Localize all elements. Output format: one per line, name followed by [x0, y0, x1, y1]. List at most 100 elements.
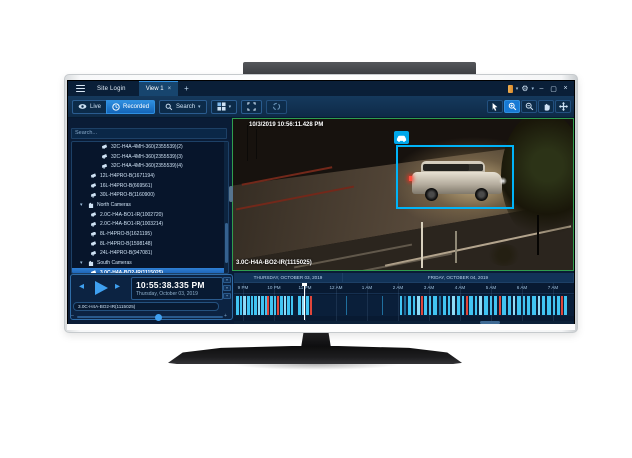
jump-forward-button[interactable]: »	[223, 285, 231, 291]
search-input[interactable]	[71, 128, 227, 139]
timeline-grid-line	[336, 283, 337, 321]
activity-bar	[258, 296, 260, 315]
tree-item[interactable]: 16L-H4PRO-B(669561)	[72, 181, 228, 191]
time-display: 10:55:38.335 PM Thursday, October 03, 20…	[131, 277, 223, 300]
cycle-icon	[272, 102, 281, 111]
timeline-zoom-slider[interactable]	[77, 316, 223, 318]
camera-icon	[91, 241, 97, 246]
zoom-out-tool-button[interactable]	[521, 100, 537, 113]
activity-bar	[277, 296, 279, 315]
timeline-playhead[interactable]	[304, 283, 305, 320]
activity-bar	[284, 296, 286, 315]
close-button[interactable]: ×	[561, 85, 570, 92]
recorded-button[interactable]: Recorded	[106, 100, 155, 114]
step-back-button[interactable]: ◂	[79, 281, 84, 292]
pan-tool-button[interactable]	[538, 100, 554, 113]
tree-item[interactable]: 12L-H4PRO-B(1671194)	[72, 171, 228, 181]
timeline-camera-label: 3.0C-H4A-BO2-IR(1115025)	[73, 302, 219, 311]
caret-down-icon[interactable]: ▾	[516, 86, 519, 92]
activity-bar	[433, 296, 437, 315]
tree-item[interactable]: 2.0C-H4A-BO1-IR(1002720)	[72, 210, 228, 220]
layout-button[interactable]: ▾	[211, 100, 238, 114]
zoom-in-icon	[508, 102, 517, 111]
select-tool-button[interactable]	[487, 100, 503, 113]
tree-item-label: 8L-H4PRO-B(1598148)	[100, 241, 152, 247]
activity-bar	[542, 296, 545, 315]
step-forward-button[interactable]: ▸	[115, 281, 120, 292]
hamburger-menu-icon[interactable]	[76, 85, 85, 92]
tree-item[interactable]: 32C-H4A-4MH-360(2355539)(3)	[72, 152, 228, 162]
play-button[interactable]	[95, 281, 108, 295]
gear-icon[interactable]: ⚙	[521, 85, 528, 93]
tree-item-label: South Cameras	[97, 260, 132, 266]
activity-bar	[267, 296, 269, 315]
tree-item[interactable]: 32C-H4A-4MH-360(2355539)(2)	[72, 142, 228, 152]
activity-bar	[417, 296, 420, 315]
move-tool-button[interactable]	[555, 100, 571, 113]
activity-bar	[280, 296, 283, 315]
tree-group[interactable]: ▾South Cameras	[72, 258, 228, 268]
activity-bar	[382, 296, 383, 315]
activity-bar	[421, 296, 423, 315]
camera-icon	[102, 144, 108, 149]
camera-icon	[102, 154, 108, 159]
sidebar-scrollbar[interactable]	[224, 142, 228, 273]
activity-bar	[298, 296, 301, 315]
activity-bar	[448, 296, 450, 315]
maximize-button[interactable]: ▢	[549, 85, 558, 93]
minimize-button[interactable]: –	[537, 85, 546, 92]
activity-bar	[557, 296, 560, 315]
tab-close-icon[interactable]: ×	[168, 86, 172, 92]
site-login-menu[interactable]: Site Login	[97, 86, 126, 92]
bottom-bar: ◂ ▸ 10:55:38.335 PM Thursday, October 03…	[68, 271, 574, 325]
camera-icon	[91, 183, 97, 188]
detection-bounding-box[interactable]	[396, 145, 514, 209]
activity-bar	[240, 296, 242, 315]
monitor: Site Login View 1 × + ▾ ⚙ ▾ – ▢ ×	[64, 74, 578, 333]
activity-bar	[261, 296, 264, 315]
tree-group[interactable]: ▾North Cameras	[72, 200, 228, 210]
jump-back-button[interactable]: «	[223, 277, 231, 283]
caret-down-icon[interactable]: ▾	[531, 86, 534, 92]
new-tab-button[interactable]: +	[184, 84, 189, 93]
splitter-handle[interactable]	[229, 186, 233, 202]
fullscreen-button[interactable]	[241, 100, 262, 114]
slider-knob[interactable]	[155, 314, 162, 321]
activity-bar	[254, 296, 257, 315]
activity-bar	[508, 296, 511, 315]
tree-trunk	[537, 215, 539, 255]
current-date: Thursday, October 03, 2019	[136, 291, 218, 297]
activity-bar	[236, 296, 239, 315]
video-camera-overlay: 3.0C-H4A-BO2-IR(1115025)	[236, 260, 312, 266]
tree-item[interactable]: 8L-H4PRO-B(1621195)	[72, 229, 228, 239]
tree-item[interactable]: 8L-H4PRO-B(1598148)	[72, 239, 228, 249]
video-timestamp-overlay: 10/3/2019 10:56:11.428 PM	[249, 122, 323, 128]
live-recorded-toggle: Live Recorded	[72, 100, 155, 114]
zoom-out-slider-icon[interactable]: –	[71, 313, 74, 319]
tree-item[interactable]: 2.0C-H4A-BO1-IR(1003214)	[72, 220, 228, 230]
timeline-activity[interactable]	[234, 295, 574, 316]
tree-item[interactable]: 24L-H4PRO-B(947081)	[72, 249, 228, 259]
site-icon	[88, 260, 94, 266]
tab-view-1[interactable]: View 1 ×	[139, 81, 178, 96]
vehicle-detection-icon[interactable]	[394, 131, 409, 144]
activity-bar	[452, 296, 455, 315]
zoom-in-tool-button[interactable]	[504, 100, 520, 113]
monitor-screen: Site Login View 1 × + ▾ ⚙ ▾ – ▢ ×	[67, 80, 575, 326]
tree-item-label: 2.0C-H4A-BO1-IR(1002720)	[100, 212, 163, 218]
activity-bar	[494, 296, 497, 315]
timeline-grid-line	[367, 283, 368, 321]
cycle-button[interactable]	[266, 100, 287, 114]
search-button[interactable]: Search ▾	[159, 100, 207, 114]
video-panel[interactable]: 10/3/2019 10:56:11.428 PM 3.0C-H4A-BO2-I…	[232, 118, 574, 271]
live-button[interactable]: Live	[72, 100, 106, 114]
view-tools	[487, 100, 571, 113]
timeline-zoom-button[interactable]: +	[223, 293, 231, 299]
timeline[interactable]: THURSDAY, OCTOBER 03, 2019 FRIDAY, OCTOB…	[234, 273, 574, 325]
tree-item[interactable]: 30L-H4PRO-B(1160900)	[72, 190, 228, 200]
zoom-in-slider-icon[interactable]: +	[224, 313, 227, 319]
activity-bar	[484, 296, 488, 315]
tree-item[interactable]: 32C-H4A-4MH-360(2355539)(4)	[72, 161, 228, 171]
health-panel-icon[interactable]	[508, 85, 513, 93]
timeline-grid-line	[305, 283, 306, 321]
